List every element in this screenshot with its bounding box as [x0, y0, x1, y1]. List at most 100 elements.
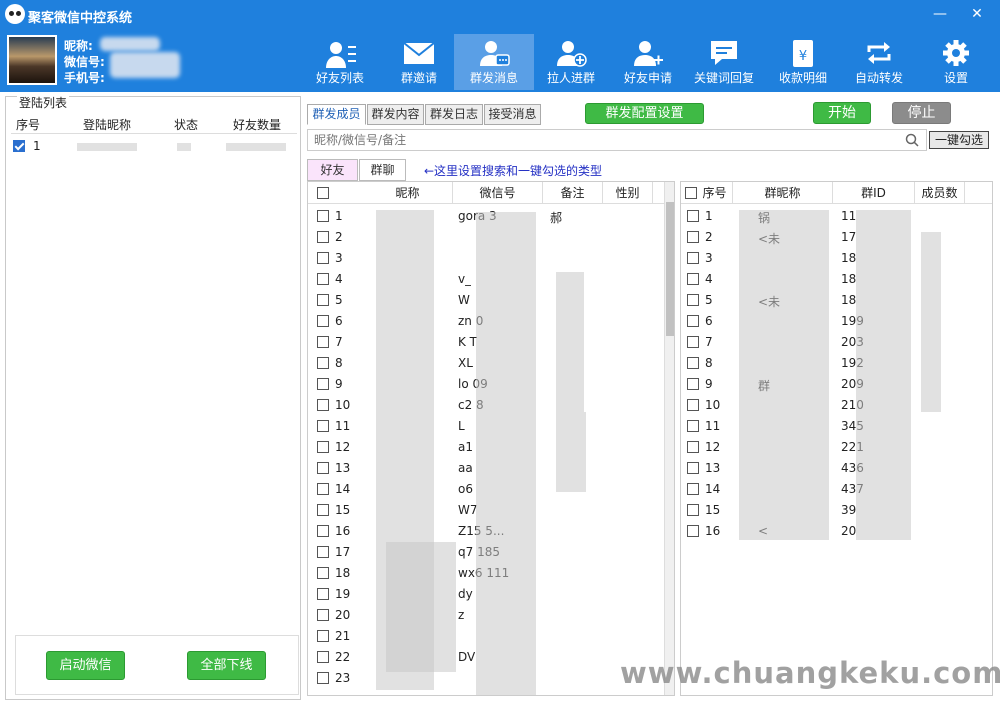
row-checkbox[interactable]: [687, 294, 699, 306]
table-row[interactable]: 13 436: [681, 458, 992, 479]
tab-mass-members[interactable]: 群发成员: [307, 104, 366, 125]
table-row[interactable]: 3 18: [681, 248, 992, 269]
table-row[interactable]: 7 203: [681, 332, 992, 353]
table-row[interactable]: 12 221: [681, 437, 992, 458]
table-row[interactable]: 11 345: [681, 416, 992, 437]
start-button[interactable]: 开始: [813, 102, 871, 124]
tool-envelope-button[interactable]: 群邀请: [379, 34, 459, 90]
minimize-button[interactable]: —: [928, 4, 952, 24]
login-row[interactable]: 1: [11, 137, 297, 157]
row-checkbox[interactable]: [317, 504, 329, 516]
redacted-account: [110, 52, 180, 78]
row-checkbox[interactable]: [687, 483, 699, 495]
window-title: 聚客微信中控系统: [28, 11, 133, 26]
row-checkbox[interactable]: [687, 231, 699, 243]
table-row[interactable]: 14 437: [681, 479, 992, 500]
row-checkbox[interactable]: [687, 420, 699, 432]
search-icon[interactable]: [905, 133, 919, 147]
all-offline-button[interactable]: 全部下线: [187, 651, 266, 680]
row-checkbox[interactable]: [317, 336, 329, 348]
mass-config-button[interactable]: 群发配置设置: [585, 103, 704, 124]
row-checkbox[interactable]: [317, 588, 329, 600]
tool-gear-button[interactable]: 设置: [916, 34, 996, 90]
row-checkbox[interactable]: [687, 252, 699, 264]
row-checkbox[interactable]: [317, 399, 329, 411]
table-row[interactable]: 5<未18: [681, 290, 992, 311]
row-checkbox[interactable]: [317, 252, 329, 264]
table-row[interactable]: 10 210: [681, 395, 992, 416]
row-checkbox[interactable]: [317, 546, 329, 558]
row-checkbox[interactable]: [687, 504, 699, 516]
scrollbar-thumb[interactable]: [666, 202, 674, 336]
row-checkbox[interactable]: [317, 609, 329, 621]
row-checkbox[interactable]: [317, 441, 329, 453]
table-row[interactable]: 16<20: [681, 521, 992, 542]
table-row[interactable]: 6 199: [681, 311, 992, 332]
search-input[interactable]: [307, 129, 927, 151]
row-checkbox[interactable]: [317, 672, 329, 684]
row-checkbox[interactable]: [317, 273, 329, 285]
friends-scrollbar[interactable]: [664, 182, 674, 695]
row-checkbox[interactable]: [687, 210, 699, 222]
start-wechat-button[interactable]: 启动微信: [46, 651, 125, 680]
row-checkbox[interactable]: [317, 567, 329, 579]
row-checkbox[interactable]: [687, 336, 699, 348]
col-gender: 性别: [603, 182, 653, 204]
row-wechat-id: dy: [458, 587, 473, 601]
select-all-friends-checkbox[interactable]: [317, 187, 329, 199]
tool-contacts-button[interactable]: 好友列表: [300, 34, 380, 90]
row-checkbox[interactable]: [317, 462, 329, 474]
table-row[interactable]: 4 18: [681, 269, 992, 290]
select-all-groups-checkbox[interactable]: [685, 187, 697, 199]
tool-repeat-button[interactable]: 自动转发: [839, 34, 919, 90]
row-checkbox[interactable]: [317, 651, 329, 663]
col-friend-count: 好友数量: [233, 118, 282, 132]
subtab-groups[interactable]: 群聊: [359, 159, 406, 181]
row-checkbox[interactable]: [317, 315, 329, 327]
tab-mass-content[interactable]: 群发内容: [367, 104, 424, 125]
table-row[interactable]: 15 39: [681, 500, 992, 521]
row-checkbox[interactable]: [687, 399, 699, 411]
tab-mass-log[interactable]: 群发日志: [425, 104, 483, 125]
redacted-column: [856, 210, 911, 540]
row-checkbox[interactable]: [317, 525, 329, 537]
stop-button[interactable]: 停止: [892, 102, 951, 124]
row-checkbox[interactable]: [317, 231, 329, 243]
table-row[interactable]: 9群209: [681, 374, 992, 395]
row-checkbox[interactable]: [317, 294, 329, 306]
table-row[interactable]: 1锅11: [681, 206, 992, 227]
tool-add-member-button[interactable]: 拉人进群: [531, 34, 611, 90]
tool-label: 收款明细: [778, 71, 827, 85]
row-checkbox[interactable]: [317, 483, 329, 495]
row-checkbox[interactable]: [687, 357, 699, 369]
row-checkbox[interactable]: [687, 273, 699, 285]
row-checkbox[interactable]: [687, 315, 699, 327]
tool-friend-request-button[interactable]: 好友申请: [608, 34, 688, 90]
login-row-checkbox[interactable]: [13, 140, 25, 152]
close-button[interactable]: ✕: [965, 4, 989, 24]
row-wechat-id: o6: [458, 482, 473, 496]
tool-users-message-button[interactable]: 群发消息: [454, 34, 534, 90]
row-checkbox[interactable]: [687, 525, 699, 537]
table-row[interactable]: 2<未17: [681, 227, 992, 248]
col-wechat-id: 微信号: [453, 182, 543, 204]
row-checkbox[interactable]: [317, 630, 329, 642]
one-click-select-button[interactable]: 一键勾选: [929, 131, 989, 149]
row-checkbox[interactable]: [687, 378, 699, 390]
row-checkbox[interactable]: [687, 441, 699, 453]
table-row[interactable]: 8 192: [681, 353, 992, 374]
row-checkbox[interactable]: [687, 462, 699, 474]
friend-request-icon: [634, 41, 663, 66]
tool-money-envelope-button[interactable]: ¥ 收款明细: [763, 34, 843, 90]
row-index: 20: [335, 608, 351, 622]
row-checkbox[interactable]: [317, 210, 329, 222]
tab-receive-message[interactable]: 接受消息: [484, 104, 541, 125]
row-checkbox[interactable]: [317, 420, 329, 432]
row-index: 1: [705, 209, 713, 223]
tool-label: 设置: [943, 71, 968, 85]
tool-chat-bubble-button[interactable]: 关键词回复: [684, 34, 764, 90]
row-checkbox[interactable]: [317, 357, 329, 369]
row-checkbox[interactable]: [317, 378, 329, 390]
subtab-friends[interactable]: 好友: [307, 159, 358, 181]
row-index: 15: [705, 503, 721, 517]
